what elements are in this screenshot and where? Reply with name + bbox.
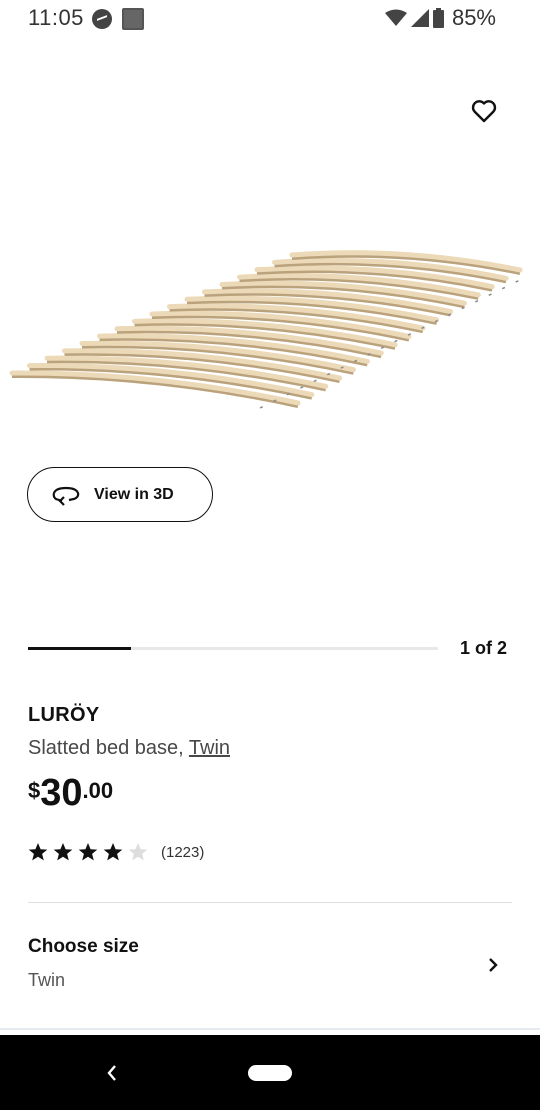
rating[interactable]: (1223): [28, 842, 204, 862]
status-bar: 11:05 85%: [0, 0, 540, 38]
battery-icon: [432, 8, 444, 28]
carousel-progress-fill: [28, 647, 131, 650]
heart-icon: [471, 100, 497, 123]
favorite-button[interactable]: [468, 95, 500, 127]
size-link[interactable]: Twin: [189, 737, 230, 759]
home-pill[interactable]: [248, 1065, 292, 1081]
star-filled-icon: [28, 843, 48, 861]
divider: [28, 902, 512, 903]
choose-size-row[interactable]: Choose size Twin: [0, 920, 540, 1012]
price-integer: 30: [40, 772, 83, 814]
messenger-icon: [92, 9, 112, 29]
price-decimal: .00: [82, 778, 114, 803]
back-icon[interactable]: [104, 1063, 120, 1083]
chevron-right-icon: [489, 958, 498, 972]
view-in-3d-label: View in 3D: [94, 485, 174, 503]
product-type: Slatted bed base,: [28, 737, 184, 759]
star-filled-icon: [53, 843, 73, 861]
review-count: (1223): [161, 843, 205, 861]
battery-percent: 85%: [451, 5, 496, 30]
carousel-count: 1 of 2: [460, 638, 508, 658]
price-currency: $: [28, 778, 41, 803]
star-filled-icon: [78, 843, 98, 861]
carousel-progress-track: [28, 647, 438, 650]
star-empty-icon: [128, 843, 148, 861]
system-status: 85%: [384, 5, 496, 31]
bottom-border: [0, 1028, 540, 1030]
signal-icon: [410, 9, 429, 27]
product-name: LURÖY: [28, 704, 100, 726]
wifi-icon: [384, 9, 407, 26]
view-in-3d-button[interactable]: View in 3D: [27, 467, 213, 522]
choose-size-title: Choose size: [28, 936, 139, 957]
status-time: 11:05: [28, 5, 84, 30]
choose-size-value: Twin: [28, 970, 66, 990]
product-price: $30.00: [28, 772, 113, 815]
navigation-bar: [0, 1035, 540, 1110]
product-image: [9, 250, 525, 409]
notification-icons: [92, 8, 144, 30]
app-notification-icon: [122, 8, 144, 30]
product-description: Slatted bed base, Twin: [28, 737, 230, 760]
rotate-3d-icon: [52, 486, 80, 506]
star-filled-icon: [103, 843, 123, 861]
